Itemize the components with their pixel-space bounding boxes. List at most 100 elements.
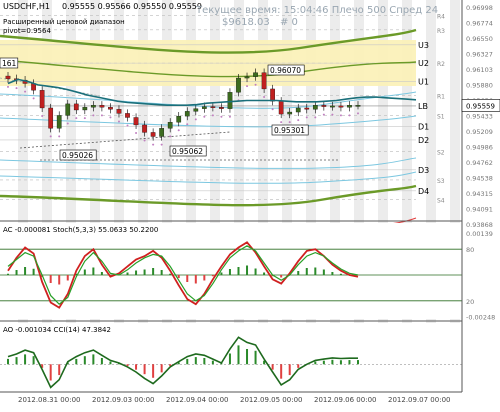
- candle-body: [193, 108, 199, 112]
- annotation-label: 161: [2, 59, 17, 68]
- time-tick-label: 2012.08.31 00:00: [18, 396, 80, 404]
- candle-body: [142, 124, 147, 133]
- ac-tick-label: 80: [466, 246, 474, 254]
- price-tick-label: 0.94315: [466, 190, 493, 198]
- pivot-level-label: R1: [437, 94, 445, 101]
- price-tick-label: 0.96998: [466, 4, 493, 12]
- candle-dot: [339, 114, 342, 117]
- candle-dot: [288, 121, 291, 124]
- overlay-time: Текущее время: 15:04:46 Плечо 500 Спред …: [195, 5, 438, 16]
- ac-histogram-bar: [331, 272, 334, 275]
- candle-dot: [194, 118, 197, 121]
- candle-dot: [143, 139, 146, 142]
- candle-body: [321, 105, 327, 107]
- ac-histogram-bar: [177, 275, 180, 278]
- ao-histogram-bar: [246, 348, 249, 365]
- time-axis[interactable]: 2012.08.31 00:00 2012.09.03 00:00 2012.09.…: [0, 391, 500, 408]
- candle-body: [270, 88, 275, 102]
- ao-histogram-bar: [15, 357, 18, 365]
- candle-dot: [348, 114, 351, 117]
- price-tick-label: 0.96103: [466, 66, 493, 74]
- price-tick-label: 0.95209: [466, 128, 493, 136]
- candle-body: [278, 101, 284, 115]
- ac-histogram-bar: [32, 268, 35, 275]
- ao-histogram-bar: [203, 357, 206, 365]
- candle-dot: [246, 85, 249, 88]
- candle-body: [159, 128, 165, 137]
- ao-histogram-bar: [237, 345, 240, 365]
- ao-histogram-bar: [135, 364, 138, 370]
- ao-histogram-bar: [280, 364, 283, 379]
- ao-panel-title: AO -0.001034 CCI(14) 47.3842: [3, 326, 111, 334]
- ac-tick-label: 20: [466, 298, 474, 306]
- ac-histogram-bar: [100, 272, 103, 275]
- ao-histogram-bar: [288, 364, 291, 376]
- price-tick-label: 0.96327: [466, 51, 493, 59]
- candle-dot: [322, 113, 325, 116]
- candle-body: [39, 90, 45, 109]
- ac-histogram-bar: [203, 275, 206, 281]
- candle-body: [5, 75, 11, 79]
- ac-histogram-bar: [143, 269, 146, 275]
- candle-body: [56, 115, 62, 129]
- candle-dot: [152, 143, 155, 146]
- price-tick-label: 0.94538: [466, 175, 493, 183]
- ac-histogram-bar: [314, 267, 317, 275]
- ac-histogram-bar: [237, 267, 240, 275]
- candle-dot: [100, 114, 103, 117]
- ac-histogram-bar: [49, 275, 52, 283]
- ac-tick-label: 0.00139: [466, 230, 493, 238]
- candle-body: [253, 72, 258, 77]
- ao-histogram-bar: [186, 358, 189, 365]
- ac-histogram-bar: [305, 268, 308, 275]
- candle-dot: [263, 96, 266, 99]
- ac-histogram-bar: [58, 275, 61, 285]
- candle-dot: [305, 116, 308, 119]
- ac-panel-title: AC -0.000081 Stoch(5,3,3) 55.0633 50.220…: [3, 226, 158, 234]
- candle-dot: [331, 113, 334, 116]
- annotation-label: 0.95026: [62, 151, 93, 160]
- ac-histogram-bar: [297, 271, 300, 275]
- time-tick-label: 2012.09.04 00:00: [166, 396, 228, 404]
- ac-histogram-bar: [15, 270, 18, 275]
- candle-body: [210, 106, 216, 108]
- chart-canvas[interactable]: R4 R3 U3 R2 U2 U1 R1 LB S1 D1 D2 S2 D3 S3 D4 S4 0.96070…: [0, 0, 500, 408]
- candle-dot: [186, 123, 189, 126]
- candle-dot: [228, 115, 231, 118]
- pivot-level-label: R4: [437, 14, 445, 21]
- ac-panel-bg: [0, 223, 462, 319]
- candle-body: [261, 72, 267, 90]
- pivot-level-label: D2: [418, 136, 429, 145]
- pivot-level-label: U1: [418, 77, 429, 86]
- candle-dot: [135, 132, 138, 135]
- ac-histogram-bar: [126, 272, 129, 275]
- ao-histogram-bar: [100, 357, 103, 365]
- ao-histogram-bar: [152, 364, 155, 378]
- ao-histogram-bar: [83, 356, 86, 365]
- candle-dot: [15, 87, 18, 90]
- candle-body: [176, 115, 182, 123]
- ac-histogram-bar: [220, 272, 223, 275]
- candle-dot: [254, 83, 257, 86]
- ac-histogram-bar: [169, 273, 172, 275]
- ac-tick-label: -0.00248: [466, 313, 495, 321]
- candle-body: [82, 107, 88, 111]
- ac-histogram-bar: [263, 272, 266, 275]
- overlay-zero: # 0: [280, 17, 298, 28]
- candle-body: [167, 122, 173, 129]
- ao-histogram-bar: [357, 360, 359, 365]
- pivot-level-label: D3: [418, 166, 429, 175]
- candle-body: [312, 105, 318, 110]
- candle-dot: [109, 116, 112, 119]
- price-tick-label: 0.94091: [466, 206, 493, 214]
- annotation-label: 0.95062: [172, 147, 203, 156]
- candle-dot: [92, 114, 95, 117]
- ac-histogram-bar: [280, 275, 283, 278]
- ac-histogram-bar: [7, 273, 9, 275]
- candle-body: [201, 106, 207, 109]
- ao-histogram-bar: [24, 354, 27, 365]
- candle-dot: [357, 112, 359, 115]
- candle-dot: [24, 90, 27, 93]
- candle-body: [295, 107, 301, 113]
- pivot-level-label: U3: [418, 41, 429, 50]
